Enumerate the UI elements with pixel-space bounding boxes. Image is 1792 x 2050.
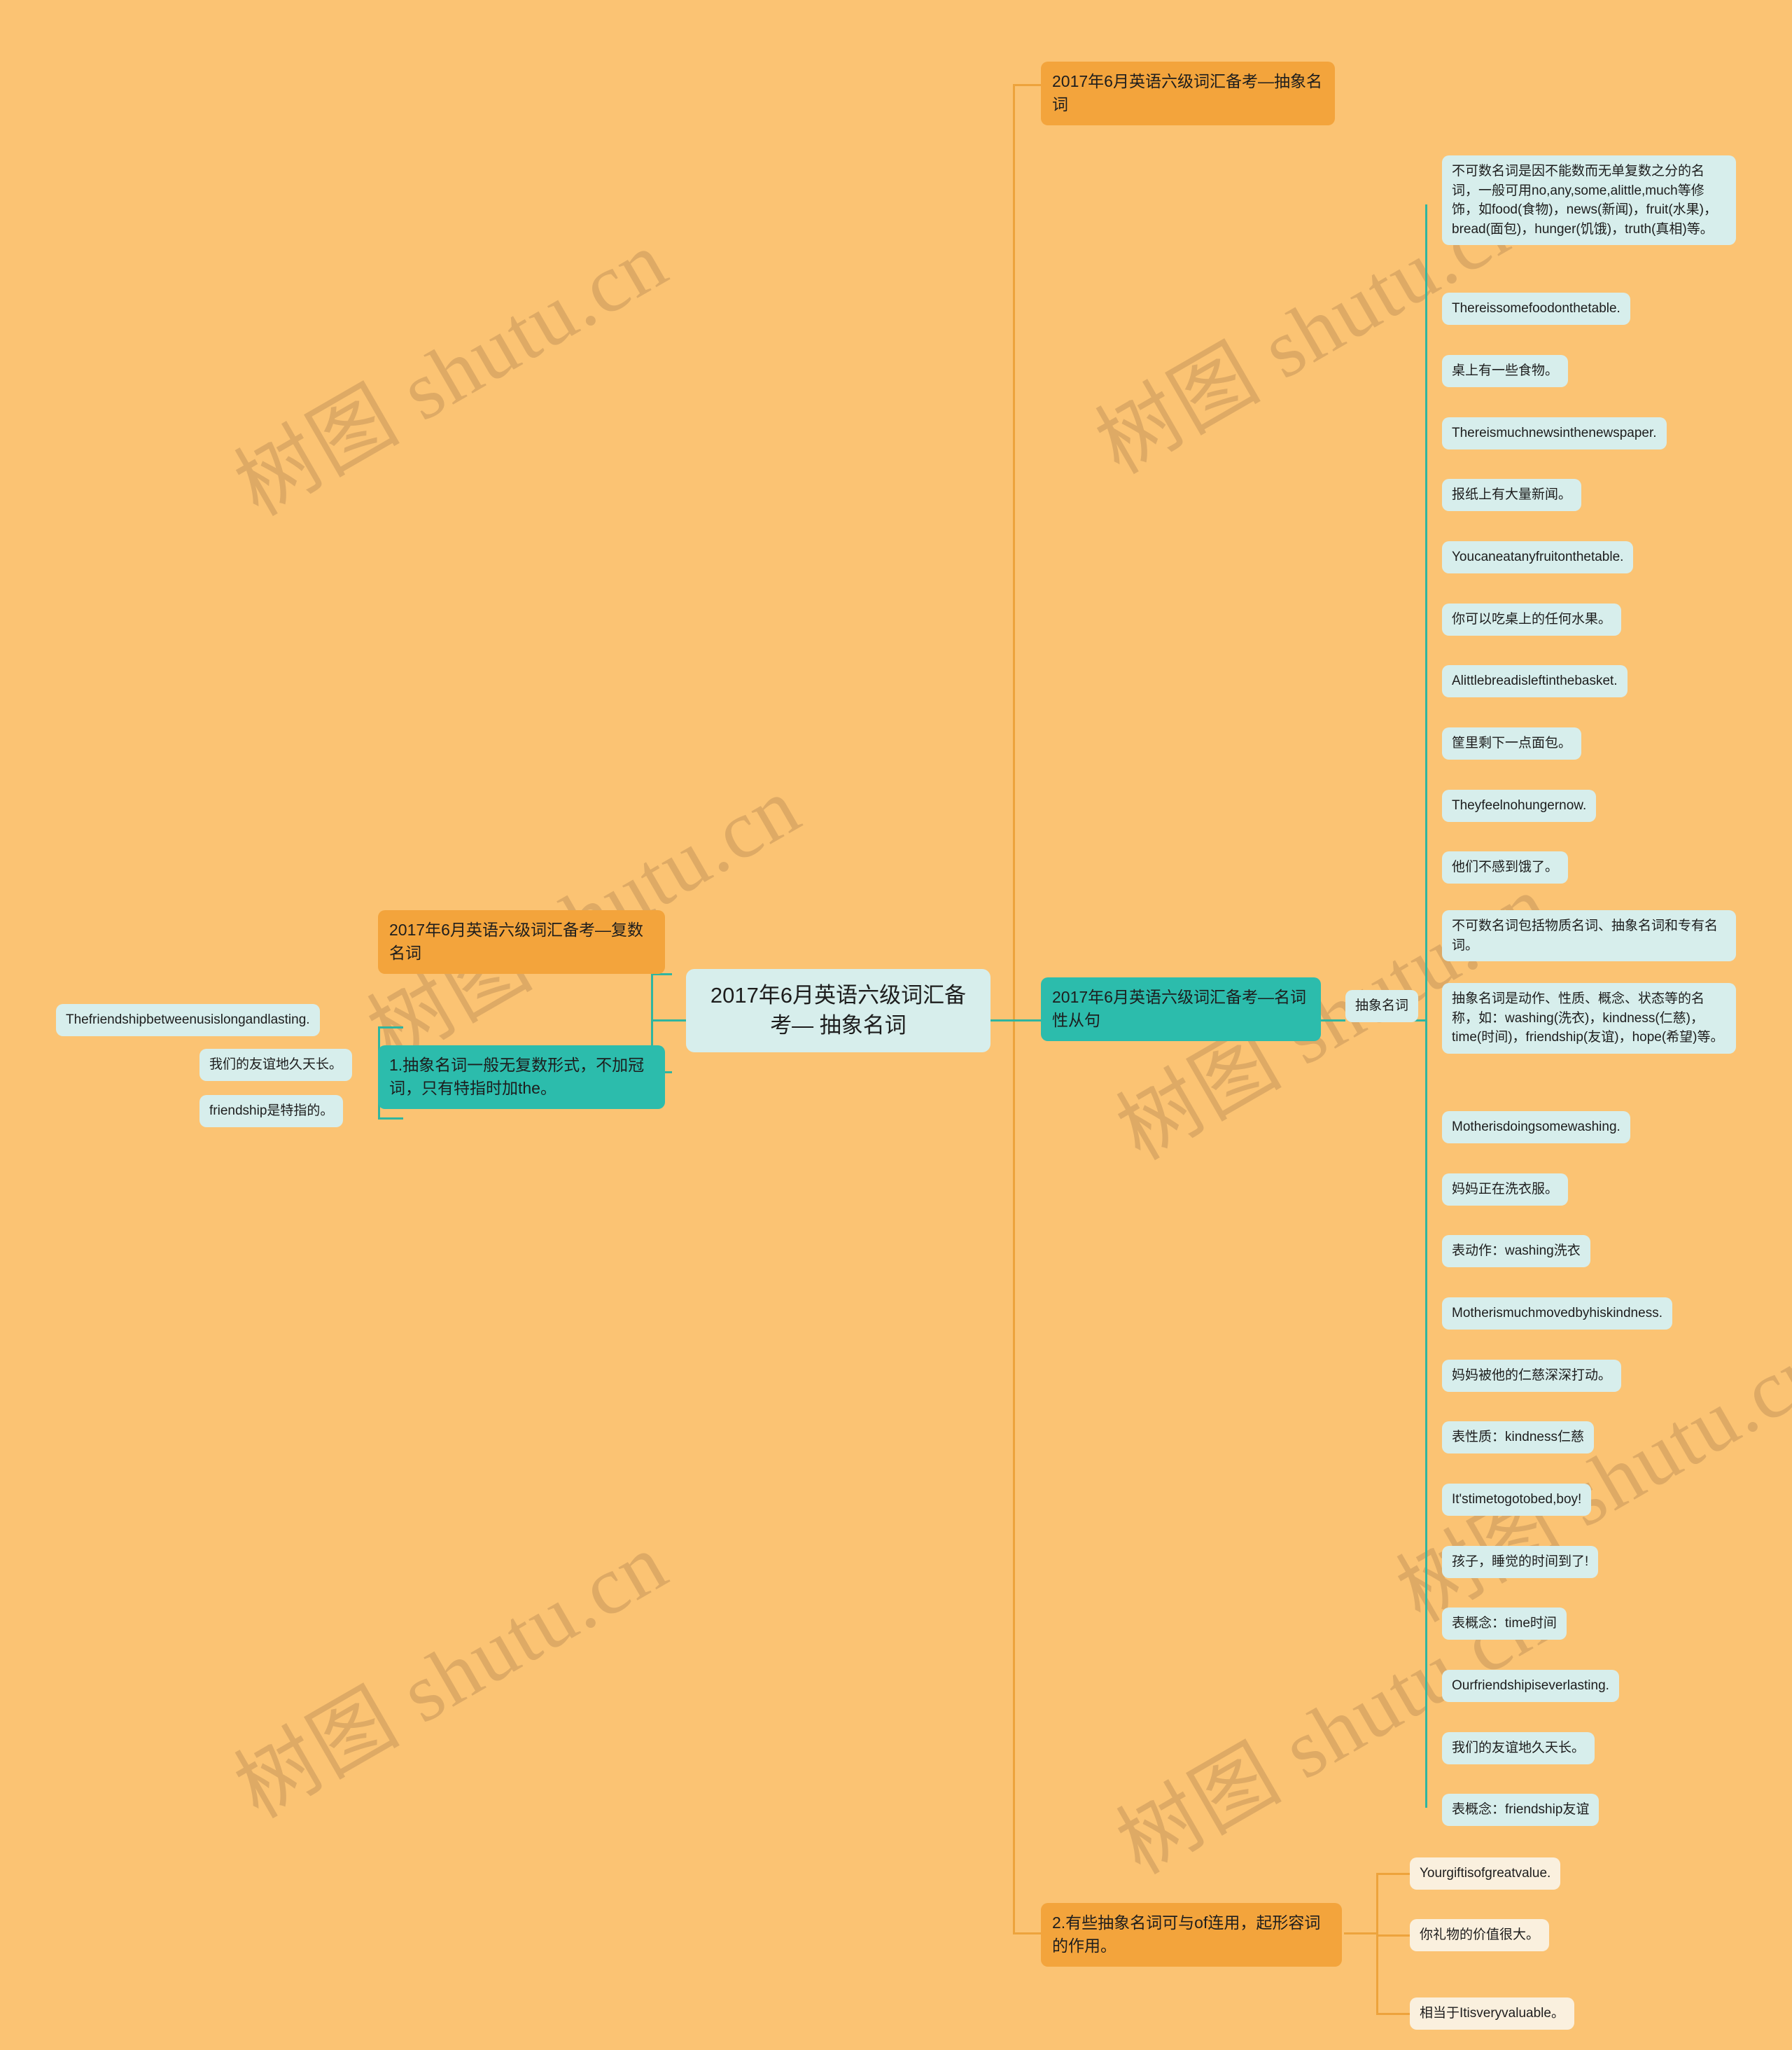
node-right-item[interactable]: Thereissomefoodonthetable. bbox=[1442, 293, 1630, 325]
edge-bottom-spine bbox=[1376, 1873, 1378, 2013]
node-right-item[interactable]: 我们的友谊地久天长。 bbox=[1442, 1732, 1595, 1764]
edge-trunk-bottom bbox=[1013, 1932, 1041, 1934]
node-right-item[interactable]: 孩子，睡觉的时间到了! bbox=[1442, 1546, 1599, 1578]
node-bottom-example[interactable]: 你礼物的价值很大。 bbox=[1410, 1919, 1550, 1951]
watermark: 树图 shutu.cn bbox=[1383, 1320, 1792, 1640]
node-top-right-title[interactable]: 2017年6月英语六级词汇备考—抽象名词 bbox=[1041, 62, 1335, 125]
watermark: 树图 shutu.cn bbox=[1103, 1572, 1564, 1892]
node-bottom-title[interactable]: 2.有些抽象名词可与of连用，起形容词的作用。 bbox=[1041, 1903, 1342, 1967]
node-left-example[interactable]: friendship是特指的。 bbox=[200, 1095, 344, 1127]
watermark: 树图 shutu.cn bbox=[221, 214, 682, 534]
node-right-title[interactable]: 2017年6月英语六级词汇备考—名词性从句 bbox=[1041, 977, 1321, 1041]
node-left-example[interactable]: Thefriendshipbetweenusislongandlasting. bbox=[56, 1004, 320, 1036]
watermark: 树图 shutu.cn bbox=[221, 1516, 682, 1836]
edge-left-spine bbox=[651, 973, 653, 1029]
edge-bottom-leaf-1 bbox=[1376, 1873, 1410, 1875]
node-right-item[interactable]: 表概念：friendship友谊 bbox=[1442, 1794, 1600, 1826]
edge-bottom-leaf-2 bbox=[1376, 1934, 1410, 1937]
node-right-item[interactable]: Motherismuchmovedbyhiskindness. bbox=[1442, 1297, 1672, 1330]
edge-right-branch bbox=[1013, 1019, 1041, 1021]
node-right-item[interactable]: 不可数名词是因不能数而无单复数之分的名词，一般可用no,any,some,ali… bbox=[1442, 155, 1736, 246]
node-right-item[interactable]: 表性质：kindness仁慈 bbox=[1442, 1421, 1594, 1453]
edge-leftleaf-3 bbox=[378, 1117, 403, 1120]
node-right-item[interactable]: 筐里剩下一点面包。 bbox=[1442, 727, 1582, 760]
edge-root-right bbox=[990, 1019, 1032, 1021]
node-right-item[interactable]: 你可以吃桌上的任何水果。 bbox=[1442, 604, 1622, 636]
node-right-item[interactable]: Ourfriendshipiseverlasting. bbox=[1442, 1670, 1619, 1702]
node-right-item[interactable]: Theyfeelnohungernow. bbox=[1442, 790, 1597, 822]
node-abstract-noun[interactable]: 抽象名词 bbox=[1345, 990, 1419, 1022]
node-right-item[interactable]: 表动作：washing洗衣 bbox=[1442, 1235, 1590, 1267]
edge-root-left bbox=[651, 1019, 686, 1021]
node-right-item[interactable]: Thereismuchnewsinthenewspaper. bbox=[1442, 417, 1667, 449]
node-right-item[interactable]: 表概念：time时间 bbox=[1442, 1608, 1567, 1640]
node-right-item[interactable]: Motherisdoingsomewashing. bbox=[1442, 1111, 1630, 1143]
node-left-rule[interactable]: 1.抽象名词一般无复数形式，不加冠词，只有特指时加the。 bbox=[378, 1045, 665, 1109]
edge-bottom-leaf-3 bbox=[1376, 2013, 1410, 2015]
node-left-example[interactable]: 我们的友谊地久天长。 bbox=[200, 1049, 353, 1081]
edge-bottom-branch bbox=[1344, 1932, 1376, 1934]
edge-leftleaf-1 bbox=[378, 1026, 403, 1029]
node-right-item[interactable]: Youcaneatanyfruitonthetable. bbox=[1442, 541, 1634, 573]
edge-trunk bbox=[1013, 84, 1015, 1932]
node-right-item[interactable]: 报纸上有大量新闻。 bbox=[1442, 479, 1582, 511]
node-right-item[interactable]: 他们不感到饿了。 bbox=[1442, 851, 1569, 884]
node-right-item[interactable]: Alittlebreadisleftinthebasket. bbox=[1442, 665, 1628, 697]
edge-rightleaf-spine bbox=[1425, 204, 1427, 1808]
node-bottom-example[interactable]: Yourgiftisofgreatvalue. bbox=[1410, 1857, 1561, 1890]
node-left-title[interactable]: 2017年6月英语六级词汇备考—复数名词 bbox=[378, 910, 665, 974]
node-bottom-example[interactable]: 相当于Itisveryvaluable。 bbox=[1410, 1997, 1574, 2030]
node-right-item[interactable]: 不可数名词包括物质名词、抽象名词和专有名词。 bbox=[1442, 910, 1736, 962]
node-right-item[interactable]: 抽象名词是动作、性质、概念、状态等的名称，如：washing(洗衣)，kindn… bbox=[1442, 983, 1736, 1054]
node-root[interactable]: 2017年6月英语六级词汇备考— 抽象名词 bbox=[686, 969, 990, 1052]
mindmap-canvas: 树图 shutu.cn 树图 shutu.cn 树图 shutu.cn 树图 s… bbox=[0, 0, 1792, 2050]
node-right-item[interactable]: 妈妈正在洗衣服。 bbox=[1442, 1173, 1569, 1206]
edge-trunk-top bbox=[1013, 84, 1041, 86]
node-right-item[interactable]: It'stimetogotobed,boy! bbox=[1442, 1484, 1592, 1516]
node-right-item[interactable]: 桌上有一些食物。 bbox=[1442, 355, 1569, 387]
node-right-item[interactable]: 妈妈被他的仁慈深深打动。 bbox=[1442, 1360, 1622, 1392]
